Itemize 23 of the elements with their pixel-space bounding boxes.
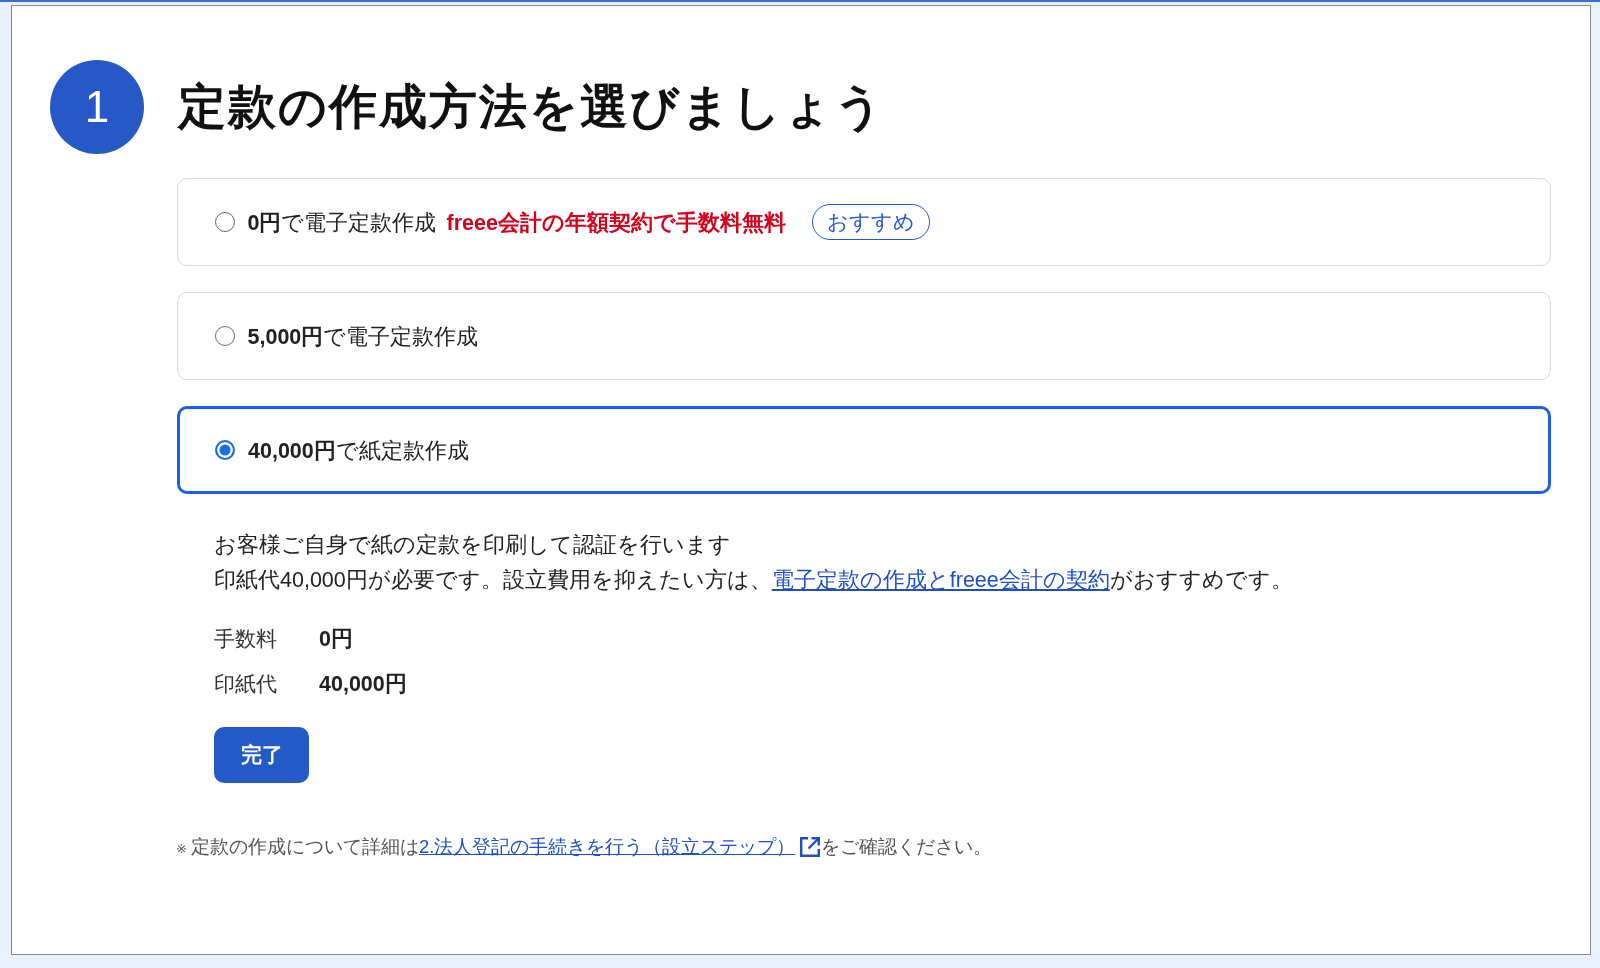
- fee-label: 手数料: [214, 626, 278, 652]
- promo-text: freee会計の年額契約で手数料無料: [446, 209, 786, 237]
- option-card[interactable]: 0円で電子定款作成 freee会計の年額契約で手数料無料 おすすめ: [177, 178, 1551, 266]
- option-card[interactable]: 5,000円で電子定款作成: [177, 292, 1551, 380]
- radio-button[interactable]: [215, 440, 235, 460]
- fee-value: 40,000円: [319, 671, 407, 698]
- footnote-text: ※ 定款の作成について詳細は2.法人登記の手続きを行う（設立ステップ） をご確認ください。: [176, 834, 1551, 862]
- setup-step-link[interactable]: 2.法人登記の手続きを行う（設立ステップ）: [418, 834, 822, 860]
- step-number: 1: [50, 60, 144, 154]
- done-button[interactable]: 完了: [214, 727, 309, 783]
- option-label: 5,000円で電子定款作成: [247, 323, 479, 351]
- recommendation-link[interactable]: 電子定款の作成とfreee会計の契約: [771, 568, 1110, 592]
- option-card[interactable]: 40,000円で紙定款作成: [177, 406, 1551, 494]
- description-text: 印紙代40,000円が必要です。設立費用を抑えたい方は、電子定款の作成とfreee会計の契約がおすすめです。: [214, 567, 1294, 594]
- external-link-icon: [799, 836, 822, 858]
- page-title: 定款の作成方法を選びましょう: [178, 79, 885, 136]
- radio-button[interactable]: [214, 326, 235, 346]
- description-text: お客様ご自身で紙の定款を印刷して認証を行います: [214, 532, 732, 559]
- radio-button[interactable]: [214, 212, 235, 232]
- option-label: 40,000円で紙定款作成: [248, 437, 469, 465]
- fee-value: 0円: [319, 626, 354, 653]
- fee-label: 印紙代: [214, 671, 278, 697]
- option-label: 0円で電子定款作成: [247, 209, 437, 237]
